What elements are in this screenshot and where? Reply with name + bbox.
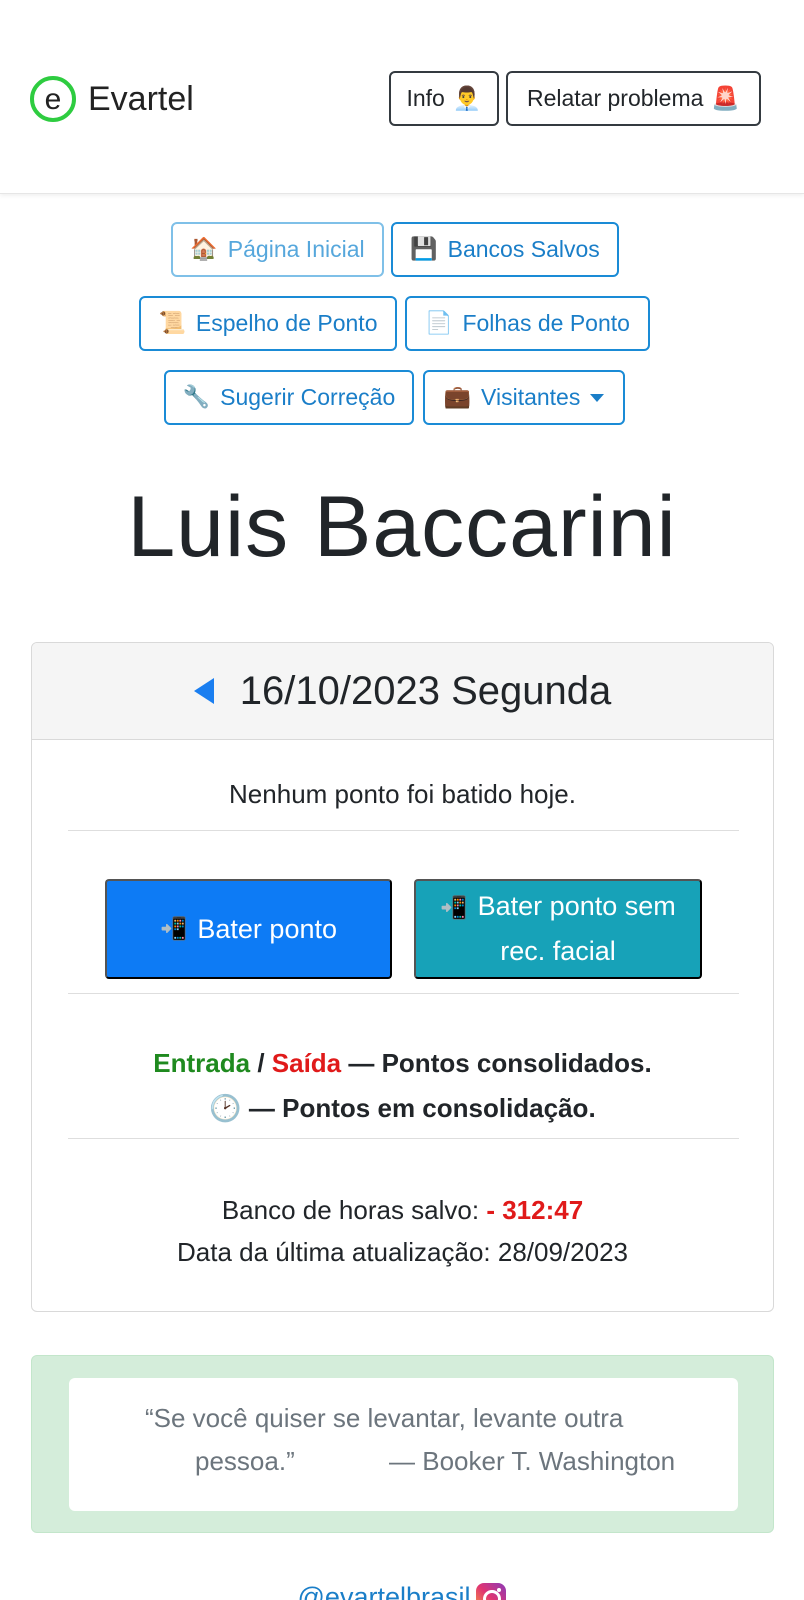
brand-link[interactable]: e Evartel [28,74,194,124]
suggest-correction-label: Sugerir Correção [220,384,396,410]
punch-button-label: Bater ponto [197,913,337,944]
visitors-label: Visitantes [481,384,581,410]
info-button-label: Info [406,85,445,111]
home-button-label: Página Inicial [227,236,365,262]
legend-saida: Saída [271,1048,342,1078]
timesheet-mirror-button[interactable]: 📜 Espelho de Ponto [139,296,397,351]
hour-bank-label: Banco de horas salvo: [221,1195,487,1225]
punch-no-face-label-line2: rec. facial [500,936,616,966]
legend-consolidated-text: — Pontos consolidados. [341,1048,652,1078]
top-navbar: e Evartel Info 👨‍💼 Relatar problema 🚨 [0,0,804,194]
divider [68,830,739,831]
legend-slash: / [250,1048,272,1078]
businessman-icon: 👨‍💼 [452,86,482,112]
instagram-link[interactable]: @evartelbrasil [0,1582,804,1600]
day-card-header: 16/10/2023 Segunda [32,643,773,740]
report-problem-label: Relatar problema [526,85,704,111]
clock-icon: 🕑 [209,1094,242,1124]
timesheet-mirror-label: Espelho de Ponto [195,310,378,336]
briefcase-icon: 💼 [443,385,472,410]
house-icon: 🏠 [190,237,218,262]
suggest-correction-button[interactable]: 🔧 Sugerir Correção [164,370,414,425]
quote-text-line1: “Se você quiser se levantar, levante out… [145,1403,624,1433]
brand-name: Evartel [88,79,194,118]
scroll-icon: 📜 [158,311,186,336]
day-card: 16/10/2023 Segunda Nenhum ponto foi bati… [31,642,774,1312]
divider [68,1138,739,1139]
home-button[interactable]: 🏠 Página Inicial [171,222,384,277]
saved-banks-button[interactable]: 💾 Bancos Salvos [391,222,619,277]
info-button[interactable]: Info 👨‍💼 [389,71,499,126]
floppy-disk-icon: 💾 [410,237,438,262]
punch-no-face-label-line1: Bater ponto sem [477,891,676,921]
current-date: 16/10/2023 Segunda [239,668,612,713]
siren-icon: 🚨 [711,86,741,112]
quote-alert: “Se você quiser se levantar, levante out… [31,1355,774,1533]
employee-name: Luis Baccarini [127,479,677,575]
report-problem-button[interactable]: Relatar problema 🚨 [506,71,761,126]
quote-author: — Booker T. Washington [389,1446,676,1476]
instagram-handle: @evartelbrasil [297,1582,471,1600]
last-update: Data da última atualização: 28/09/2023 [32,1237,773,1268]
punch-no-face-button[interactable]: 📲 Bater ponto sem rec. facial [414,879,702,979]
previous-day-arrow-icon[interactable] [193,678,214,704]
timesheets-label: Folhas de Ponto [462,310,630,336]
legend-in-consolidation: 🕑 — Pontos em consolidação. [32,1093,773,1124]
hour-bank-value: - 312:47 [486,1195,584,1225]
hour-bank: Banco de horas salvo: - 312:47 [32,1195,773,1226]
caret-down-icon [590,393,605,402]
instagram-icon [476,1582,507,1600]
quote-blockquote: “Se você quiser se levantar, levante out… [69,1378,738,1511]
divider [68,993,739,994]
legend-in-consolidation-text: — Pontos em consolidação. [241,1093,596,1123]
pdf-file-icon: 📄 [425,311,453,336]
evartel-logo-icon: e [28,74,78,124]
visitors-dropdown[interactable]: 💼 Visitantes [423,370,625,425]
punch-button[interactable]: 📲 Bater ponto [105,879,392,979]
phone-arrow-icon: 📲 [440,896,468,921]
last-update-value: 28/09/2023 [497,1237,628,1267]
legend-entrada: Entrada [153,1048,251,1078]
quote-text-line2: pessoa.” [195,1446,295,1476]
phone-arrow-icon: 📲 [159,916,188,942]
saved-banks-label: Bancos Salvos [447,236,600,262]
wrench-icon: 🔧 [182,385,211,410]
last-update-label: Data da última atualização: [177,1237,498,1267]
svg-text:e: e [45,83,62,116]
timesheets-button[interactable]: 📄 Folhas de Ponto [405,296,650,351]
no-punch-message: Nenhum ponto foi batido hoje. [229,779,576,809]
legend-consolidated: Entrada / Saída — Pontos consolidados. [32,1048,773,1079]
